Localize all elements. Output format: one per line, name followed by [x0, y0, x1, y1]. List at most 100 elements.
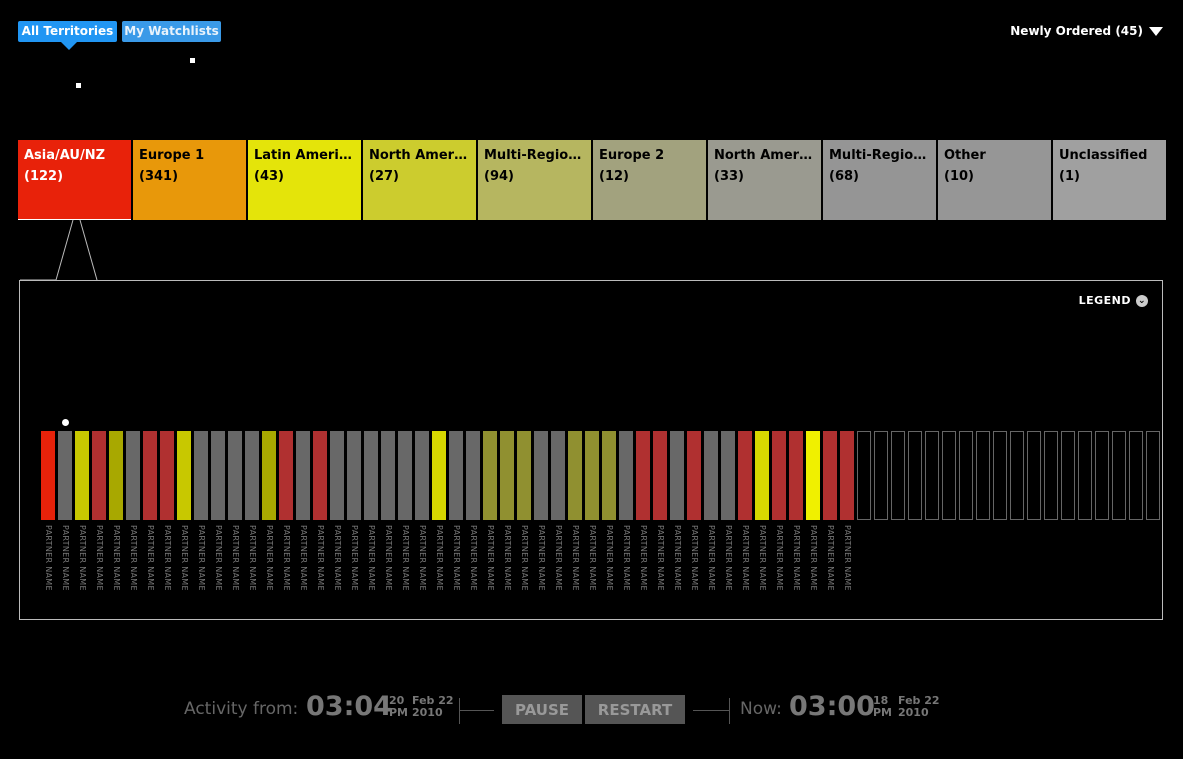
partner-bar[interactable] — [687, 431, 701, 520]
partner-bar[interactable] — [636, 431, 650, 520]
partner-bar[interactable] — [143, 431, 157, 520]
tab-all-territories[interactable]: All Territories — [18, 21, 117, 42]
partner-bar[interactable] — [517, 431, 531, 520]
partner-bar[interactable] — [534, 431, 548, 520]
partner-bar[interactable] — [942, 431, 956, 520]
partner-bar[interactable] — [262, 431, 276, 520]
partner-bar[interactable] — [908, 431, 922, 520]
partner-bar[interactable] — [925, 431, 939, 520]
partner-name-label: PARTNER NAME — [534, 525, 548, 615]
partner-bar[interactable] — [1146, 431, 1160, 520]
partner-bar[interactable] — [789, 431, 803, 520]
partner-bar[interactable] — [1027, 431, 1041, 520]
partner-bar[interactable] — [619, 431, 633, 520]
legend-toggle[interactable]: LEGEND ⌄ — [1079, 294, 1148, 307]
partner-bar[interactable] — [1078, 431, 1092, 520]
partner-bar[interactable] — [704, 431, 718, 520]
region-tab[interactable]: Multi-Region 1 (94) — [478, 140, 591, 220]
region-tab[interactable]: Unclassified (1) — [1053, 140, 1166, 220]
partner-bar[interactable] — [75, 431, 89, 520]
partner-name-label: PARTNER NAME — [449, 525, 463, 615]
partner-bar[interactable] — [449, 431, 463, 520]
partner-bar[interactable] — [585, 431, 599, 520]
region-name: North America 2 — [714, 148, 815, 163]
partner-bar[interactable] — [347, 431, 361, 520]
region-tab[interactable]: Asia/AU/NZ (122) — [18, 140, 131, 220]
partner-name-label: PARTNER NAME — [41, 525, 55, 615]
partner-bar[interactable] — [466, 431, 480, 520]
partner-bar[interactable] — [1095, 431, 1109, 520]
region-tab[interactable]: Europe 2 (12) — [593, 140, 706, 220]
partner-bar[interactable] — [568, 431, 582, 520]
partner-bar[interactable] — [1112, 431, 1126, 520]
partner-bar[interactable] — [1044, 431, 1058, 520]
partner-bar[interactable] — [92, 431, 106, 520]
partner-bar[interactable] — [483, 431, 497, 520]
partner-name-label: PARTNER NAME — [194, 525, 208, 615]
partner-bar[interactable] — [721, 431, 735, 520]
partner-bar[interactable] — [1010, 431, 1024, 520]
partner-bar[interactable] — [415, 431, 429, 520]
partner-bar[interactable] — [653, 431, 667, 520]
partner-bar[interactable] — [993, 431, 1007, 520]
partner-bar[interactable] — [364, 431, 378, 520]
partner-bar[interactable] — [840, 431, 854, 520]
partner-bar[interactable] — [279, 431, 293, 520]
region-tab[interactable]: Latin America 1 (43) — [248, 140, 361, 220]
partner-name-text: PARTNER NAME — [792, 525, 801, 591]
tab-my-watchlists[interactable]: My Watchlists — [122, 21, 221, 42]
partner-bar[interactable] — [857, 431, 871, 520]
partner-bar[interactable] — [874, 431, 888, 520]
partner-name-label: PARTNER NAME — [75, 525, 89, 615]
region-count: (33) — [714, 169, 744, 184]
partner-bar[interactable] — [109, 431, 123, 520]
partner-bar[interactable] — [296, 431, 310, 520]
region-tab[interactable]: Europe 1 (341) — [133, 140, 246, 220]
region-tab[interactable]: North America 2 (33) — [708, 140, 821, 220]
partner-bar[interactable] — [313, 431, 327, 520]
partner-bar[interactable] — [891, 431, 905, 520]
partner-name-text: PARTNER NAME — [384, 525, 393, 591]
partner-bar[interactable] — [738, 431, 752, 520]
partner-bar[interactable] — [806, 431, 820, 520]
partner-bar[interactable] — [551, 431, 565, 520]
partner-bar[interactable] — [500, 431, 514, 520]
partner-bar[interactable] — [1129, 431, 1143, 520]
partner-bar[interactable] — [211, 431, 225, 520]
partner-bar[interactable] — [823, 431, 837, 520]
partner-bar[interactable] — [959, 431, 973, 520]
partner-bar[interactable] — [432, 431, 446, 520]
partner-bar[interactable] — [58, 431, 72, 520]
partner-name-text: PARTNER NAME — [61, 525, 70, 591]
partner-bar[interactable] — [41, 431, 55, 520]
region-tab[interactable]: Other (10) — [938, 140, 1051, 220]
partner-bar[interactable] — [976, 431, 990, 520]
partner-name-label: PARTNER NAME — [840, 525, 854, 615]
partner-bar[interactable] — [160, 431, 174, 520]
region-name: Latin America 1 — [254, 148, 355, 163]
region-count: (27) — [369, 169, 399, 184]
partner-bar[interactable] — [330, 431, 344, 520]
partner-bar[interactable] — [194, 431, 208, 520]
partner-bar[interactable] — [398, 431, 412, 520]
partner-bar[interactable] — [772, 431, 786, 520]
restart-button[interactable]: RESTART — [585, 695, 685, 724]
sort-dropdown[interactable]: Newly Ordered (45) — [1010, 24, 1163, 38]
partner-bar[interactable] — [245, 431, 259, 520]
region-tab[interactable]: North America (27) — [363, 140, 476, 220]
region-tab[interactable]: Multi-Region 2 (68) — [823, 140, 936, 220]
partner-bar[interactable] — [177, 431, 191, 520]
partner-name-text: PARTNER NAME — [690, 525, 699, 591]
pause-button[interactable]: PAUSE — [502, 695, 582, 724]
partner-bar[interactable] — [670, 431, 684, 520]
partner-bar[interactable] — [602, 431, 616, 520]
partner-name-label: PARTNER NAME — [704, 525, 718, 615]
partner-bar[interactable] — [755, 431, 769, 520]
partner-bar[interactable] — [126, 431, 140, 520]
partner-bar[interactable] — [228, 431, 242, 520]
region-name: Multi-Region 2 — [829, 148, 930, 163]
partner-bar[interactable] — [381, 431, 395, 520]
partner-bar[interactable] — [1061, 431, 1075, 520]
partner-name-label: PARTNER NAME — [58, 525, 72, 615]
partner-name-text: PARTNER NAME — [197, 525, 206, 591]
